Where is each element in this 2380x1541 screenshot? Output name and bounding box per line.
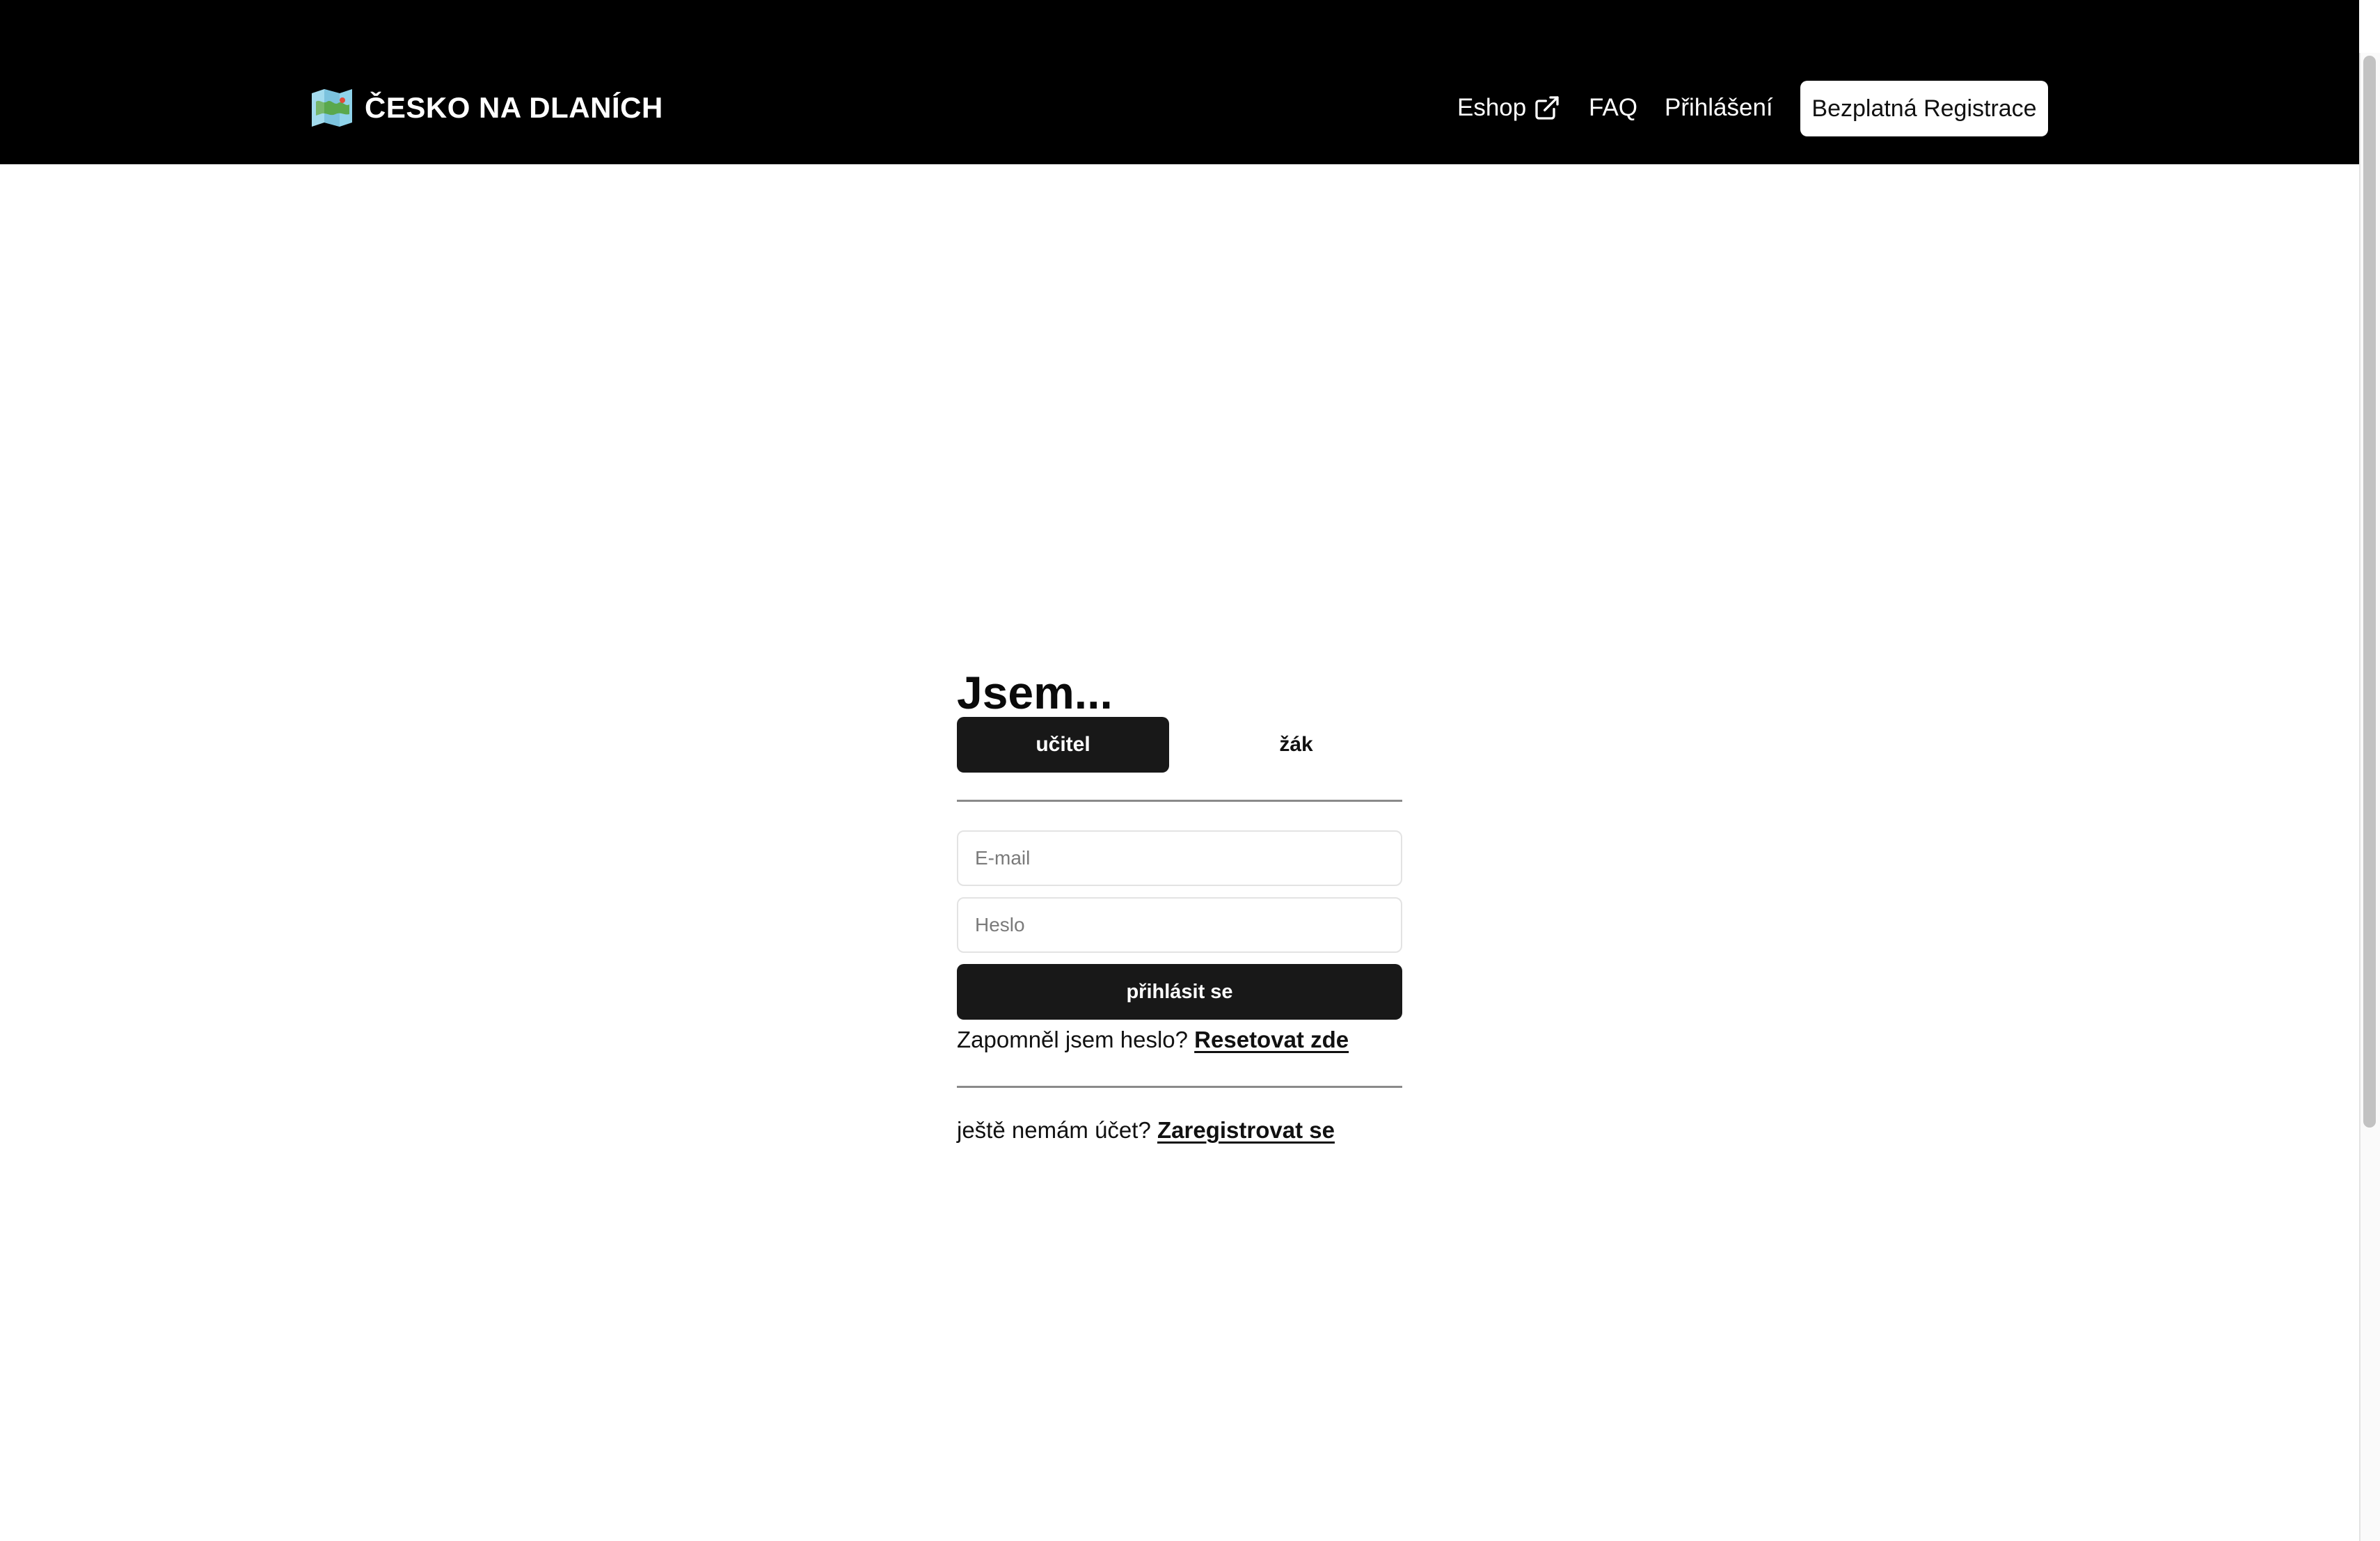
password-input[interactable] — [957, 897, 1402, 953]
role-selector: učitel žák — [957, 717, 1402, 773]
scrollbar-thumb[interactable] — [2363, 56, 2376, 1128]
reset-password-link[interactable]: Resetovat zde — [1194, 1027, 1349, 1052]
top-navigation-bar: ČESKO NA DLANÍCH Eshop FAQ Přihlášení Be… — [0, 0, 2359, 164]
login-submit-button[interactable]: přihlásit se — [957, 964, 1402, 1020]
divider — [957, 1086, 1402, 1088]
no-account-line: ještě nemám účet? Zaregistrovat se — [957, 1115, 1335, 1146]
no-account-text: ještě nemám účet? — [957, 1117, 1151, 1143]
forgot-password-text: Zapomněl jsem heslo? — [957, 1027, 1188, 1052]
forgot-password-line: Zapomněl jsem heslo? Resetovat zde — [957, 1025, 1349, 1055]
nav-link-faq[interactable]: FAQ — [1589, 80, 1637, 136]
site-logo[interactable]: ČESKO NA DLANÍCH — [310, 84, 663, 132]
nav-link-faq-label: FAQ — [1589, 94, 1638, 121]
email-input[interactable] — [957, 830, 1402, 886]
folded-map-icon — [312, 89, 352, 127]
role-tab-teacher[interactable]: učitel — [957, 717, 1169, 773]
site-logo-text: ČESKO NA DLANÍCH — [365, 91, 663, 124]
nav-link-eshop-label: Eshop — [1457, 94, 1527, 121]
nav-link-login-label: Přihlášení — [1665, 94, 1773, 121]
register-link[interactable]: Zaregistrovat se — [1157, 1117, 1335, 1143]
nav-link-login[interactable]: Přihlášení — [1665, 80, 1773, 136]
divider — [957, 800, 1402, 802]
role-heading: Jsem... — [957, 667, 1113, 718]
free-registration-button[interactable]: Bezplatná Registrace — [1800, 81, 2048, 136]
external-link-icon — [1535, 96, 1559, 120]
nav-link-eshop[interactable]: Eshop — [1457, 80, 1561, 136]
role-tab-student[interactable]: žák — [1190, 717, 1402, 773]
